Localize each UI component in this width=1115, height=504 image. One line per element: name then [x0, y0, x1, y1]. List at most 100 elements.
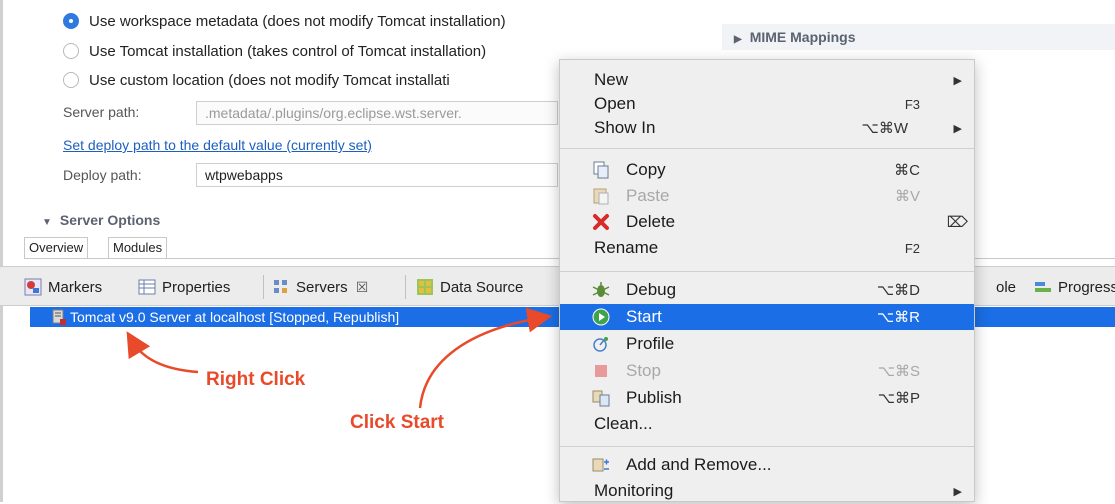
menu-label: Paste [626, 186, 670, 205]
menu-item-debug[interactable]: Debug ⌥⌘D [560, 277, 974, 303]
right-click-arrow [126, 331, 199, 374]
menu-separator [560, 446, 974, 447]
tab-label: ole [996, 278, 1017, 296]
menu-item-clean[interactable]: Clean... [560, 411, 974, 437]
click-start-annotation: Click Start [350, 412, 444, 433]
click-start-arrow [418, 307, 553, 409]
add-remove-icon [592, 458, 609, 472]
server-path-label: Server path: [63, 104, 140, 120]
menu-shortcut: ⌥⌘R [876, 309, 920, 326]
tab-label: Data Source [440, 278, 524, 296]
menu-label: Copy [626, 160, 666, 179]
debug-icon [592, 282, 610, 297]
menu-label: Publish [626, 388, 682, 407]
tab-console-partial[interactable]: ole [996, 275, 1016, 299]
servers-icon [274, 280, 287, 293]
submenu-arrow-icon: ▶ [953, 74, 962, 87]
chevron-down-icon: ▼ [42, 217, 52, 228]
menu-separator [560, 271, 974, 272]
menu-item-open[interactable]: Open F3 [560, 91, 974, 117]
menu-item-profile[interactable]: Profile [560, 331, 974, 357]
tab-overview[interactable]: Overview [24, 237, 89, 258]
menu-item-new[interactable]: New ▶ [560, 67, 974, 93]
tab-label: Properties [162, 278, 231, 296]
tab-servers[interactable]: Servers ☒ [272, 275, 368, 299]
radio-label: Use workspace metadata (does not modify … [89, 12, 506, 30]
tab-data-source[interactable]: Data Source [416, 275, 523, 299]
tab-separator [263, 275, 264, 299]
server-path-field[interactable]: .metadata/.plugins/org.eclipse.wst.serve… [196, 101, 558, 125]
mime-mappings-section: ▶ MIME Mappings [734, 29, 855, 45]
profile-icon [593, 337, 608, 352]
menu-shortcut: F2 [904, 240, 920, 256]
properties-icon [138, 279, 156, 295]
menu-item-copy[interactable]: Copy ⌘C [560, 157, 974, 183]
radio-button[interactable] [63, 72, 79, 88]
menu-shortcut: ⌥⌘P [877, 390, 920, 407]
menu-label: Show In [594, 118, 656, 137]
delete-icon [593, 214, 609, 230]
menu-label: Rename [594, 238, 659, 257]
server-row-label: Tomcat v9.0 Server at localhost [Stopped… [70, 309, 400, 325]
menu-label: Delete [626, 212, 676, 231]
menu-label: New [594, 70, 629, 89]
menu-shortcut: ⌘V [894, 188, 920, 205]
start-icon [592, 308, 610, 326]
tab-modules[interactable]: Modules [108, 237, 168, 258]
radio-button[interactable] [63, 43, 79, 59]
paste-icon [593, 188, 609, 205]
data-source-icon [417, 279, 433, 295]
menu-shortcut: ⌘C [894, 162, 920, 179]
server-options-section[interactable]: ▼ Server Options [42, 212, 160, 228]
tab-markers[interactable]: Markers [24, 275, 102, 299]
section-title: MIME Mappings [749, 29, 856, 45]
right-click-annotation: Right Click [206, 369, 306, 390]
menu-item-delete[interactable]: Delete ⌦ [560, 209, 974, 235]
mime-mappings-header[interactable]: ▶ MIME Mappings [722, 24, 1115, 50]
tab-label: Servers [296, 278, 348, 296]
deploy-path-field[interactable]: wtpwebapps [196, 163, 558, 187]
menu-item-paste[interactable]: Paste ⌘V [560, 183, 974, 209]
menu-item-monitoring[interactable]: Monitoring ▶ [560, 478, 974, 504]
radio-tomcat-installation[interactable]: Use Tomcat installation (takes control o… [63, 40, 486, 62]
menu-label: Open [594, 94, 636, 113]
close-icon[interactable]: ☒ [356, 279, 369, 296]
submenu-arrow-icon: ▶ [953, 485, 962, 498]
chevron-right-icon: ▶ [734, 34, 742, 45]
menu-label: Debug [626, 280, 677, 299]
copy-icon [593, 161, 609, 179]
markers-icon [24, 278, 42, 296]
menu-shortcut: F3 [904, 96, 920, 112]
menu-shortcut: ⌥⌘D [876, 282, 920, 299]
tab-label: Progress [1058, 278, 1115, 296]
menu-label: Clean... [594, 414, 653, 433]
left-border [0, 0, 3, 502]
set-deploy-path-link[interactable]: Set deploy path to the default value (cu… [63, 137, 372, 153]
tab-properties[interactable]: Properties [138, 275, 230, 299]
menu-item-rename[interactable]: Rename F2 [560, 235, 974, 261]
menu-separator [560, 148, 974, 149]
menu-label: Monitoring [594, 481, 674, 500]
menu-item-add-and-remove[interactable]: Add and Remove... [560, 452, 974, 478]
menu-label: Start [626, 307, 662, 326]
menu-label: Stop [626, 361, 661, 380]
menu-item-start[interactable]: Start ⌥⌘R [560, 304, 974, 330]
menu-shortcut: ⌥⌘W [861, 120, 908, 137]
menu-label: Add and Remove... [626, 455, 772, 474]
context-menu: New ▶ Open F3 Show In ⌥⌘W ▶ Copy ⌘C Past… [559, 59, 975, 502]
menu-shortcut: ⌥⌘S [877, 363, 920, 380]
radio-custom-location[interactable]: Use custom location (does not modify Tom… [63, 69, 450, 91]
menu-item-show-in[interactable]: Show In ⌥⌘W ▶ [560, 115, 974, 141]
publish-icon [592, 390, 610, 407]
submenu-arrow-icon: ▶ [953, 122, 962, 135]
tab-progress[interactable]: Progress [1034, 275, 1115, 299]
section-title: Server Options [59, 212, 161, 228]
deploy-path-label: Deploy path: [63, 167, 142, 183]
menu-shortcut: ⌦ [946, 214, 968, 231]
menu-item-stop[interactable]: Stop ⌥⌘S [560, 358, 974, 384]
menu-item-publish[interactable]: Publish ⌥⌘P [560, 385, 974, 411]
radio-button-selected[interactable] [63, 13, 79, 29]
tab-label: Markers [48, 278, 103, 296]
tab-separator [405, 275, 406, 299]
radio-workspace-metadata[interactable]: Use workspace metadata (does not modify … [63, 10, 506, 32]
